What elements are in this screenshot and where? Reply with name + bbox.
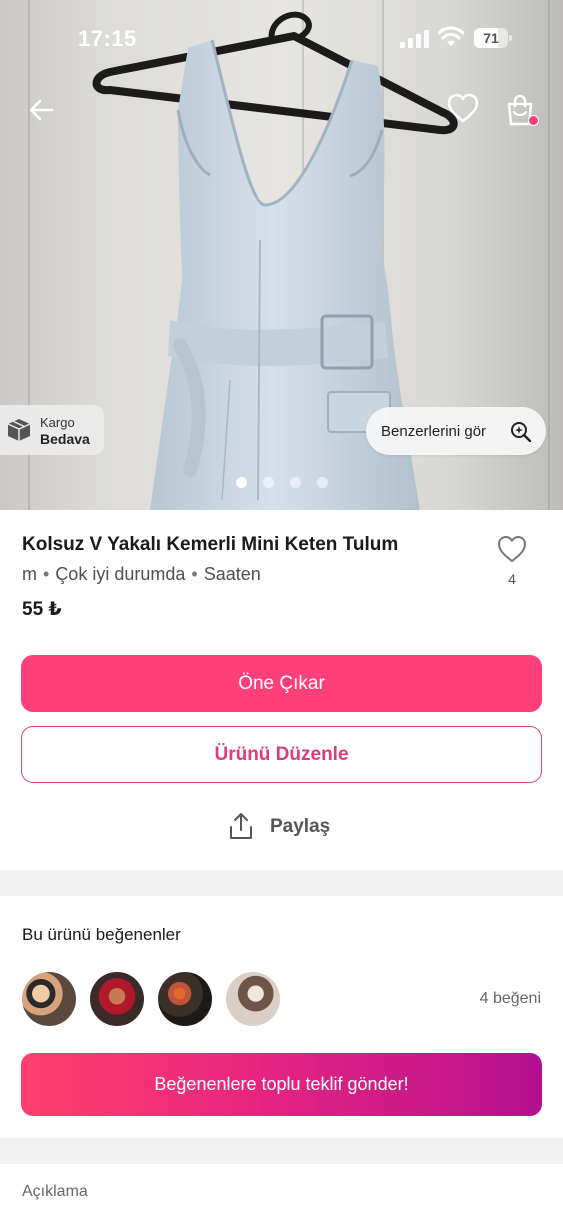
wifi-icon <box>438 26 464 46</box>
meta-separator: • <box>191 564 198 584</box>
carousel-dot[interactable] <box>236 477 247 488</box>
battery-icon: 71 <box>474 28 512 48</box>
status-time: 17:15 <box>78 26 137 51</box>
favorite-heart-icon[interactable] <box>446 92 480 126</box>
promote-button[interactable]: Öne Çıkar <box>21 655 542 712</box>
description-title: Açıklama <box>22 1183 88 1200</box>
section-divider <box>0 1138 563 1164</box>
product-meta: m • Çok iyi durumda • Saaten <box>22 564 261 585</box>
like-heart-icon[interactable] <box>496 534 528 564</box>
status-bar: 17:15 71 <box>0 0 563 76</box>
share-button[interactable]: Paylaş <box>228 810 338 844</box>
likers-section-title: Bu ürünü beğenenler <box>22 925 181 944</box>
sparkle-search-icon <box>511 422 532 442</box>
cart-notification-dot <box>528 115 539 126</box>
product-size: m <box>22 564 37 584</box>
avatar[interactable] <box>158 972 212 1026</box>
free-shipping-badge: Kargo Bedava <box>0 405 104 455</box>
carousel-dot[interactable] <box>317 477 328 488</box>
see-similar-button[interactable]: Benzerlerini gör <box>366 407 546 455</box>
share-label: Paylaş <box>270 816 331 837</box>
package-box-icon <box>7 419 31 441</box>
avatar[interactable] <box>226 972 280 1026</box>
meta-separator: • <box>43 564 50 584</box>
badge-line2: Bedava <box>40 431 90 447</box>
section-divider <box>0 870 563 896</box>
back-arrow-icon[interactable] <box>26 94 58 126</box>
carousel-dot[interactable] <box>263 477 274 488</box>
avatar[interactable] <box>90 972 144 1026</box>
battery-percentage: 71 <box>483 30 499 46</box>
product-title: Kolsuz V Yakalı Kemerli Mini Keten Tulum <box>22 534 399 555</box>
product-condition: Çok iyi durumda <box>55 564 186 584</box>
product-image-carousel[interactable]: 17:15 71 Kargo Bedava Benzerlerini gör <box>0 0 563 510</box>
carousel-dot[interactable] <box>290 477 301 488</box>
likes-count-label: 4 beğeni <box>479 990 541 1007</box>
cellular-signal-icon <box>400 30 429 48</box>
avatar[interactable] <box>22 972 76 1026</box>
bulk-offer-button[interactable]: Beğenenlere toplu teklif gönder! <box>21 1053 542 1116</box>
badge-line1: Kargo <box>40 415 75 430</box>
see-similar-label: Benzerlerini gör <box>381 423 487 440</box>
edit-product-button[interactable]: Ürünü Düzenle <box>21 726 542 783</box>
share-icon <box>230 813 252 839</box>
product-price: 55 ₺ <box>22 599 62 620</box>
product-brand: Saaten <box>203 564 261 584</box>
like-count: 4 <box>508 571 516 587</box>
shopping-bag-button[interactable] <box>502 92 539 128</box>
